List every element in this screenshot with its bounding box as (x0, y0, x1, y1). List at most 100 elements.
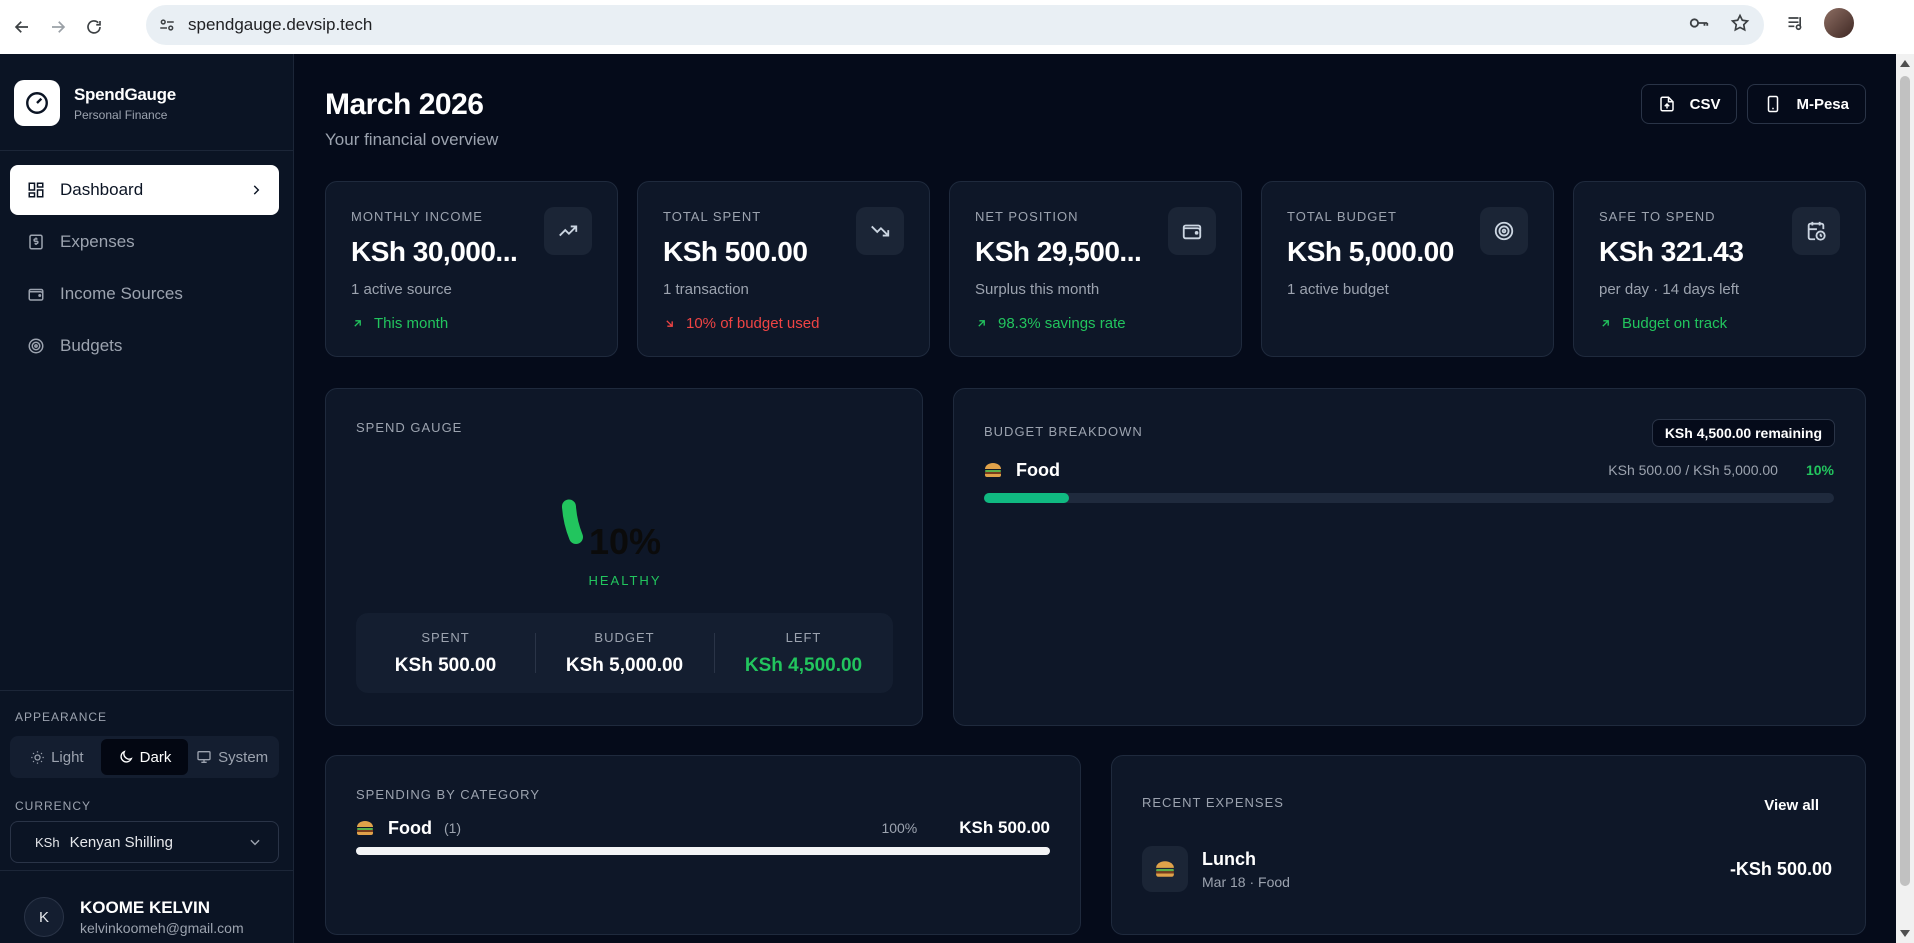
mpesa-label: M-Pesa (1796, 95, 1849, 113)
stat-trend-text: 98.3% savings rate (998, 315, 1126, 332)
sidebar: SpendGauge Personal Finance Dashboard Ex… (0, 54, 294, 943)
sidebar-item-dashboard[interactable]: Dashboard (10, 165, 279, 215)
stat-description: 1 transaction (663, 281, 749, 298)
site-info-icon[interactable] (152, 10, 182, 40)
budget-breakdown-panel: BUDGET BREAKDOWN KSh 4,500.00 remaining … (953, 388, 1866, 726)
stat-value: KSh 30,000... (351, 236, 518, 267)
category-row[interactable]: Food (1) 100% KSh 500.00 (356, 817, 1050, 855)
calendar-clock-icon (1792, 207, 1840, 255)
reload-button[interactable] (80, 13, 108, 41)
theme-dark-label: Dark (139, 748, 172, 766)
panel-label: RECENT EXPENSES (1142, 795, 1284, 810)
scroll-thumb[interactable] (1900, 76, 1910, 886)
scroll-up-arrow[interactable] (1900, 60, 1910, 67)
stat-trend: Budget on track (1599, 315, 1727, 332)
target-icon (26, 336, 46, 356)
stat-card-safe-to-spend: SAFE TO SPEND KSh 321.43 per day · 14 da… (1573, 181, 1866, 357)
sidebar-item-income-sources[interactable]: Income Sources (10, 269, 279, 319)
stat-trend: This month (351, 315, 448, 332)
page-title: March 2026 (325, 88, 484, 121)
divider (0, 150, 294, 151)
smartphone-icon (1764, 95, 1782, 113)
forward-button[interactable] (44, 13, 72, 41)
gauge-percent: 10% (588, 521, 662, 562)
panel-label: SPENDING BY CATEGORY (356, 787, 540, 802)
budget-amount: KSh 500.00 / KSh 5,000.00 (1608, 462, 1778, 478)
budget-row[interactable]: Food KSh 500.00 / KSh 5,000.00 10% (984, 459, 1834, 503)
page-scrollbar[interactable] (1896, 54, 1914, 943)
theme-switch: Light Dark System (10, 736, 279, 778)
summary-budget: BUDGET KSh 5,000.00 (535, 613, 714, 693)
arrow-down-right-icon (663, 317, 676, 330)
category-percent: 100% (881, 820, 918, 836)
main-content: March 2026 Your financial overview CSV M… (295, 54, 1896, 943)
mpesa-import-button[interactable]: M-Pesa (1747, 84, 1866, 124)
summary-value: KSh 4,500.00 (744, 655, 863, 676)
category-count: (1) (443, 820, 462, 836)
remaining-badge: KSh 4,500.00 remaining (1651, 419, 1835, 447)
brand[interactable]: SpendGauge Personal Finance (14, 80, 176, 126)
arrow-right-icon (52, 21, 66, 33)
csv-label: CSV (1689, 95, 1721, 113)
sidebar-item-budgets[interactable]: Budgets (10, 321, 279, 371)
expense-row[interactable]: Lunch Mar 18 · Food -KSh 500.00 (1142, 846, 1832, 892)
divider (0, 870, 294, 871)
sidebar-item-expenses[interactable]: Expenses (10, 217, 279, 267)
stat-value: KSh 321.43 (1599, 236, 1744, 267)
wallet-icon (1168, 207, 1216, 255)
category-progress-track (356, 847, 1050, 855)
summary-left: LEFT KSh 4,500.00 (714, 613, 893, 693)
stat-value: KSh 500.00 (663, 236, 808, 267)
arrow-up-right-icon (1599, 317, 1612, 330)
url-text[interactable]: spendgauge.devsip.tech (188, 15, 372, 35)
star-icon[interactable] (1730, 13, 1750, 38)
theme-dark-button[interactable]: Dark (100, 739, 189, 775)
back-button[interactable] (8, 13, 36, 41)
expense-amount: -KSh 500.00 (1729, 858, 1832, 879)
theme-system-button[interactable]: System (188, 739, 276, 775)
layout-grid-icon (26, 180, 46, 200)
stat-card-net-position: NET POSITION KSh 29,500... Surplus this … (949, 181, 1242, 357)
theme-system-label: System (218, 748, 269, 766)
appearance-label: APPEARANCE (15, 710, 108, 724)
recent-expenses-panel: RECENT EXPENSES View all Lunch Mar 18 · … (1111, 755, 1866, 935)
media-control-icon[interactable] (1786, 13, 1806, 33)
stat-label: TOTAL SPENT (663, 209, 762, 224)
avatar: K (24, 897, 64, 937)
gauge-status: HEALTHY (588, 573, 662, 588)
currency-name: Kenyan Shilling (69, 833, 173, 851)
user-profile[interactable]: K KOOME KELVIN kelvinkoomeh@gmail.com (24, 897, 244, 937)
panel-label: BUDGET BREAKDOWN (984, 424, 1143, 439)
theme-light-label: Light (51, 748, 84, 766)
summary-label: LEFT (785, 630, 822, 645)
currency-select[interactable]: KSh Kenyan Shilling (10, 821, 279, 863)
key-icon[interactable] (1688, 12, 1710, 39)
csv-import-button[interactable]: CSV (1640, 84, 1738, 124)
theme-light-button[interactable]: Light (13, 739, 101, 775)
stat-trend-text: This month (374, 315, 449, 332)
address-bar[interactable]: spendgauge.devsip.tech (146, 5, 1764, 45)
stat-description: Surplus this month (975, 281, 1100, 298)
gauge-logo-icon (14, 80, 60, 126)
budget-progress-fill (984, 493, 1069, 503)
chevron-down-icon (248, 835, 262, 853)
summary-spent: SPENT KSh 500.00 (356, 613, 535, 693)
arrow-left-icon (14, 21, 28, 33)
page-subtitle: Your financial overview (325, 130, 499, 149)
profile-avatar[interactable] (1824, 8, 1854, 38)
budget-name: Food (1016, 459, 1060, 480)
budget-progress-track (984, 493, 1834, 503)
summary-value: KSh 5,000.00 (565, 655, 684, 676)
budget-percent: 10% (1805, 462, 1834, 478)
view-all-link[interactable]: View all (1764, 797, 1819, 814)
stat-card-total-spent: TOTAL SPENT KSh 500.00 1 transaction 10%… (637, 181, 930, 357)
divider (0, 690, 294, 691)
chevron-right-icon (249, 182, 263, 202)
file-upload-icon (1658, 95, 1676, 113)
category-name: Food (388, 817, 432, 838)
stat-card-monthly-income: MONTHLY INCOME KSh 30,000... 1 active so… (325, 181, 618, 357)
scroll-down-arrow[interactable] (1900, 930, 1910, 937)
burger-icon (984, 462, 1002, 478)
stat-card-total-budget: TOTAL BUDGET KSh 5,000.00 1 active budge… (1261, 181, 1554, 357)
arrow-up-right-icon (351, 317, 364, 330)
